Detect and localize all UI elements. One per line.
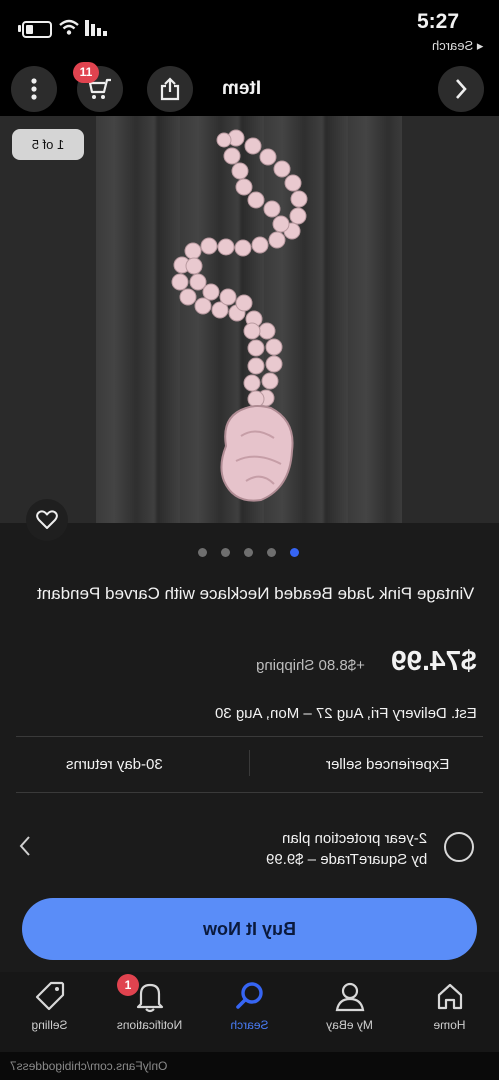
pagination-dot[interactable] xyxy=(244,548,253,557)
page-title: Item xyxy=(222,78,262,99)
bottom-tab-bar: Home My eBay Search Notifications Sellin… xyxy=(0,972,499,1052)
share-button[interactable] xyxy=(147,66,193,112)
pagination-dot[interactable] xyxy=(198,548,207,557)
tab-notifications-label: Notifications xyxy=(116,1018,183,1032)
watermark-text: OnlyFans.com/chibigoddess7 xyxy=(10,1059,168,1073)
tab-home[interactable]: Home xyxy=(400,972,499,1052)
image-pagination-dots[interactable] xyxy=(198,548,299,557)
protection-plan-price: by SquareTrade – $9.99 xyxy=(265,851,427,868)
back-to-search-link[interactable]: ◂ Search xyxy=(432,38,483,54)
estimated-delivery: Est. Delivery Fri, Aug 27 – Mon, Aug 30 xyxy=(215,705,477,722)
tab-home-label: Home xyxy=(433,1018,466,1032)
buy-it-now-label: Buy It Now xyxy=(203,919,296,939)
shipping-cost: +$8.80 Shipping xyxy=(256,657,365,674)
image-counter: 1 of 5 xyxy=(12,129,84,160)
tab-search-label: Search xyxy=(230,1018,269,1032)
heart-icon xyxy=(36,510,58,529)
status-time: 5:27 xyxy=(416,10,459,33)
chevron-left-icon[interactable] xyxy=(18,834,32,858)
person-icon xyxy=(335,982,365,1012)
tab-my-ebay[interactable]: My eBay xyxy=(300,972,399,1052)
pagination-dot[interactable] xyxy=(267,548,276,557)
pagination-dot[interactable] xyxy=(290,548,299,557)
tab-selling[interactable]: Selling xyxy=(0,972,99,1052)
tab-selling-label: Selling xyxy=(31,1018,68,1032)
cart-count-badge: 11 xyxy=(73,62,99,83)
more-vertical-icon xyxy=(31,78,37,100)
more-options-button[interactable] xyxy=(11,66,57,112)
wifi-icon xyxy=(59,19,79,35)
vertical-divider xyxy=(249,750,250,776)
item-price: $74.99 xyxy=(391,645,477,676)
search-icon xyxy=(236,982,263,1009)
protection-plan-radio[interactable] xyxy=(444,832,474,862)
item-title: Vintage Pink Jade Beaded Necklace with C… xyxy=(37,584,475,603)
tab-my-ebay-label: My eBay xyxy=(326,1018,373,1032)
tab-notifications[interactable]: Notifications xyxy=(100,972,199,1052)
returns-label: 30-day returns xyxy=(66,756,163,773)
tag-icon xyxy=(35,981,65,1011)
watch-button[interactable] xyxy=(26,499,68,541)
divider xyxy=(16,736,483,737)
tab-search[interactable]: Search xyxy=(200,972,299,1052)
protection-plan-title: 2-year protection plan xyxy=(281,830,427,847)
notifications-badge: 1 xyxy=(117,974,139,996)
share-icon xyxy=(160,77,180,101)
divider xyxy=(16,792,483,793)
pagination-dot[interactable] xyxy=(221,548,230,557)
chevron-right-icon xyxy=(456,79,467,99)
signal-icon xyxy=(85,20,107,36)
home-icon xyxy=(437,983,463,1010)
battery-icon xyxy=(22,21,52,38)
experienced-seller-label: Experienced seller xyxy=(325,756,449,773)
necklace-illustration xyxy=(171,129,308,502)
protection-plan-option[interactable]: 2-year protection plan by SquareTrade – … xyxy=(266,828,427,870)
forward-button[interactable] xyxy=(438,66,484,112)
product-image[interactable] xyxy=(0,116,499,523)
buy-it-now-button[interactable]: Buy It Now xyxy=(22,898,477,960)
battery-tip xyxy=(18,25,21,32)
